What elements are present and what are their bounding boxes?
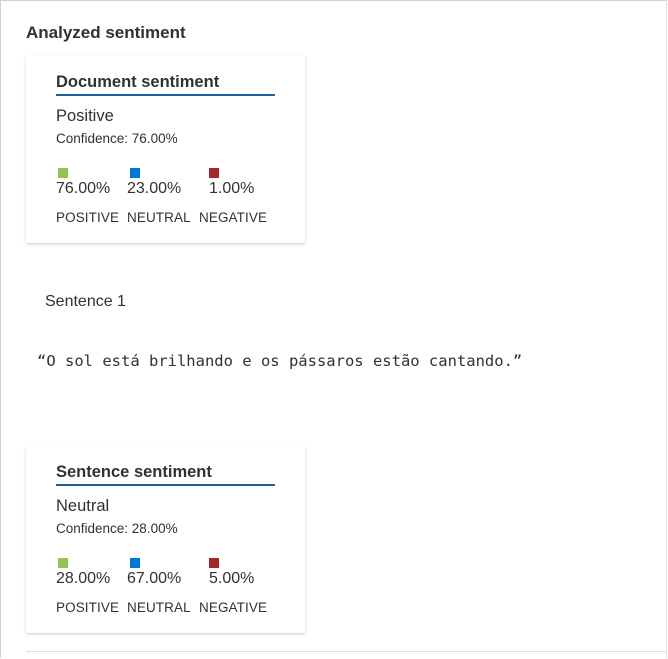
card-title: Document sentiment xyxy=(56,73,275,96)
document-sentiment-card: Document sentiment Positive Confidence: … xyxy=(26,56,305,243)
neutral-score: 23.00% NEUTRAL xyxy=(127,168,191,225)
score-value: 5.00% xyxy=(209,570,255,587)
sentence-sentiment-card: Sentence sentiment Neutral Confidence: 2… xyxy=(26,446,305,633)
score-value: 23.00% xyxy=(127,180,182,197)
positive-color-swatch xyxy=(58,558,68,568)
card-title: Sentence sentiment xyxy=(56,463,275,486)
score-value: 1.00% xyxy=(209,180,255,197)
sentence-text: “O sol está brilhando e os pássaros estã… xyxy=(37,352,523,370)
score-caption: NEGATIVE xyxy=(199,600,268,615)
sentiment-label: Positive xyxy=(56,107,114,125)
section-title: Analyzed sentiment xyxy=(26,23,186,42)
sentence-heading: Sentence 1 xyxy=(45,293,126,310)
negative-color-swatch xyxy=(209,168,219,178)
neutral-color-swatch xyxy=(130,558,140,568)
score-caption: POSITIVE xyxy=(56,600,120,615)
score-value: 67.00% xyxy=(127,570,182,587)
divider xyxy=(26,651,667,652)
neutral-color-swatch xyxy=(130,168,140,178)
score-caption: NEUTRAL xyxy=(127,600,191,615)
sentiment-label: Neutral xyxy=(56,497,110,515)
confidence-text: Confidence: 76.00% xyxy=(56,131,178,146)
positive-score: 28.00% POSITIVE xyxy=(56,558,119,615)
negative-score: 1.00% NEGATIVE xyxy=(199,168,267,225)
positive-score: 76.00% POSITIVE xyxy=(56,168,119,225)
negative-score: 5.00% NEGATIVE xyxy=(199,558,267,615)
neutral-score: 67.00% NEUTRAL xyxy=(127,558,191,615)
score-value: 28.00% xyxy=(56,570,111,587)
score-value: 76.00% xyxy=(56,180,111,197)
confidence-text: Confidence: 28.00% xyxy=(56,521,178,536)
positive-color-swatch xyxy=(58,168,68,178)
score-caption: POSITIVE xyxy=(56,210,120,225)
score-caption: NEUTRAL xyxy=(127,210,191,225)
negative-color-swatch xyxy=(209,558,219,568)
score-caption: NEGATIVE xyxy=(199,210,268,225)
